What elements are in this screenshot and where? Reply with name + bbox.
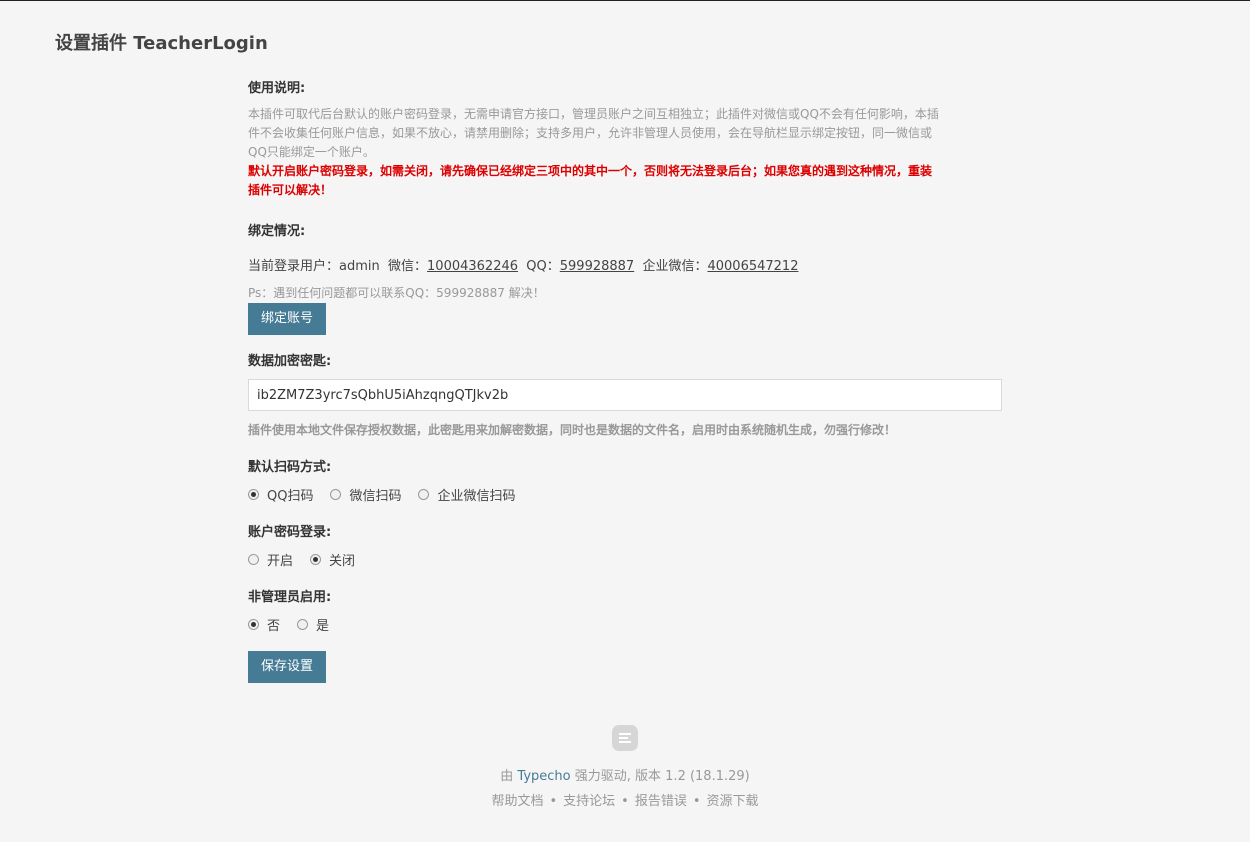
radio-unchecked-icon[interactable] <box>297 618 309 630</box>
user-label: 当前登录用户： <box>248 259 340 274</box>
warning-line: 插件可以解决！ <box>248 183 333 197</box>
radio-unchecked-icon[interactable] <box>248 553 259 565</box>
report-bug-link[interactable]: 报告错误 <box>635 794 687 809</box>
usage-label: 使用说明: <box>248 81 306 96</box>
non-admin-label: 非管理员启用: <box>248 590 332 605</box>
radio-work-wechat-scan[interactable]: 企业微信扫码 <box>418 485 516 504</box>
username: admin <box>339 259 380 274</box>
binding-label: 绑定情况: <box>248 224 306 239</box>
warning-line: 默认开启账户密码登录，如需关闭，请先确保已经绑定三项中的其中一个，否则将无法登录… <box>248 164 933 178</box>
page-title: 设置插件 TeacherLogin <box>55 33 268 54</box>
radio-label: 企业微信扫码 <box>437 488 516 504</box>
work-wechat-id[interactable]: 40006547212 <box>707 259 798 274</box>
secret-key-input[interactable] <box>248 379 1002 411</box>
wechat-label: 微信： <box>388 259 428 274</box>
radio-unchecked-icon[interactable] <box>418 488 430 500</box>
radio-wechat-scan[interactable]: 微信扫码 <box>330 485 401 504</box>
settings-form: 使用说明: 本插件可取代后台默认的账户密码登录，无需申请官方接口，管理员账户之间… <box>248 77 1002 683</box>
support-forum-link[interactable]: 支持论坛 <box>563 794 615 809</box>
scan-radio-group: QQ扫码 微信扫码 企业微信扫码 <box>248 485 1002 504</box>
radio-checked-icon[interactable] <box>310 553 322 565</box>
downloads-link[interactable]: 资源下载 <box>707 794 759 809</box>
password-login-radio-group: 开启 关闭 <box>248 550 1002 569</box>
bind-account-button[interactable]: 绑定账号 <box>248 303 327 335</box>
password-login-label: 账户密码登录: <box>248 525 332 540</box>
scan-label: 默认扫码方式: <box>248 460 332 475</box>
credit-version: 强力驱动, 版本 1.2 (18.1.29) <box>574 769 750 784</box>
usage-description: 本插件可取代后台默认的账户密码登录，无需申请官方接口，管理员账户之间互相独立；此… <box>248 105 1002 162</box>
wechat-id[interactable]: 10004362246 <box>427 259 518 274</box>
separator: • <box>549 794 558 809</box>
credit-by: 由 <box>500 769 514 784</box>
help-docs-link[interactable]: 帮助文档 <box>491 794 543 809</box>
radio-checked-icon[interactable] <box>248 488 259 500</box>
radio-label: QQ扫码 <box>267 488 314 504</box>
usage-desc-line: 件不会收集任何账户信息，如果不放心，请禁用删除；支持多用户，允许非管理人员使用，… <box>248 126 933 140</box>
radio-label: 微信扫码 <box>349 488 402 504</box>
radio-disable[interactable]: 关闭 <box>310 550 355 569</box>
usage-desc-line: QQ只能绑定一个账户。 <box>248 145 375 159</box>
typecho-logo-icon <box>612 725 638 751</box>
radio-label: 是 <box>316 618 330 634</box>
typecho-link[interactable]: Typecho <box>517 769 570 784</box>
footer-credit: 由 Typecho 强力驱动, 版本 1.2 (18.1.29) <box>0 765 1250 784</box>
qq-label: QQ： <box>526 259 560 274</box>
radio-checked-icon[interactable] <box>248 618 259 630</box>
radio-unchecked-icon[interactable] <box>330 488 342 500</box>
radio-no[interactable]: 否 <box>248 615 280 634</box>
work-wechat-label: 企业微信： <box>642 259 708 274</box>
footer: 由 Typecho 强力驱动, 版本 1.2 (18.1.29) 帮助文档 • 支持… <box>0 725 1250 809</box>
radio-label: 开启 <box>267 553 294 569</box>
separator: • <box>692 794 701 809</box>
radio-label: 否 <box>267 618 281 634</box>
footer-links: 帮助文档 • 支持论坛 • 报告错误 • 资源下载 <box>0 790 1250 809</box>
secret-note: 插件使用本地文件保存授权数据，此密匙用来加解密数据，同时也是数据的文件名，启用时… <box>248 423 897 437</box>
radio-qq-scan[interactable]: QQ扫码 <box>248 485 313 504</box>
usage-desc-line: 本插件可取代后台默认的账户密码登录，无需申请官方接口，管理员账户之间互相独立；此… <box>248 107 939 121</box>
binding-ps: Ps：遇到任何问题都可以联系QQ：599928887 解决！ <box>248 286 545 300</box>
separator: • <box>621 794 629 809</box>
radio-enable[interactable]: 开启 <box>248 550 293 569</box>
secret-label: 数据加密密匙: <box>248 354 332 369</box>
usage-warning: 默认开启账户密码登录，如需关闭，请先确保已经绑定三项中的其中一个，否则将无法登录… <box>248 162 1002 200</box>
non-admin-radio-group: 否 是 <box>248 615 1002 634</box>
qq-id[interactable]: 599928887 <box>560 259 634 274</box>
binding-status: 当前登录用户：admin 微信：10004362246 QQ：599928887… <box>248 255 1002 274</box>
radio-label: 关闭 <box>329 553 356 569</box>
save-settings-button[interactable]: 保存设置 <box>248 651 327 683</box>
radio-yes[interactable]: 是 <box>297 615 329 634</box>
